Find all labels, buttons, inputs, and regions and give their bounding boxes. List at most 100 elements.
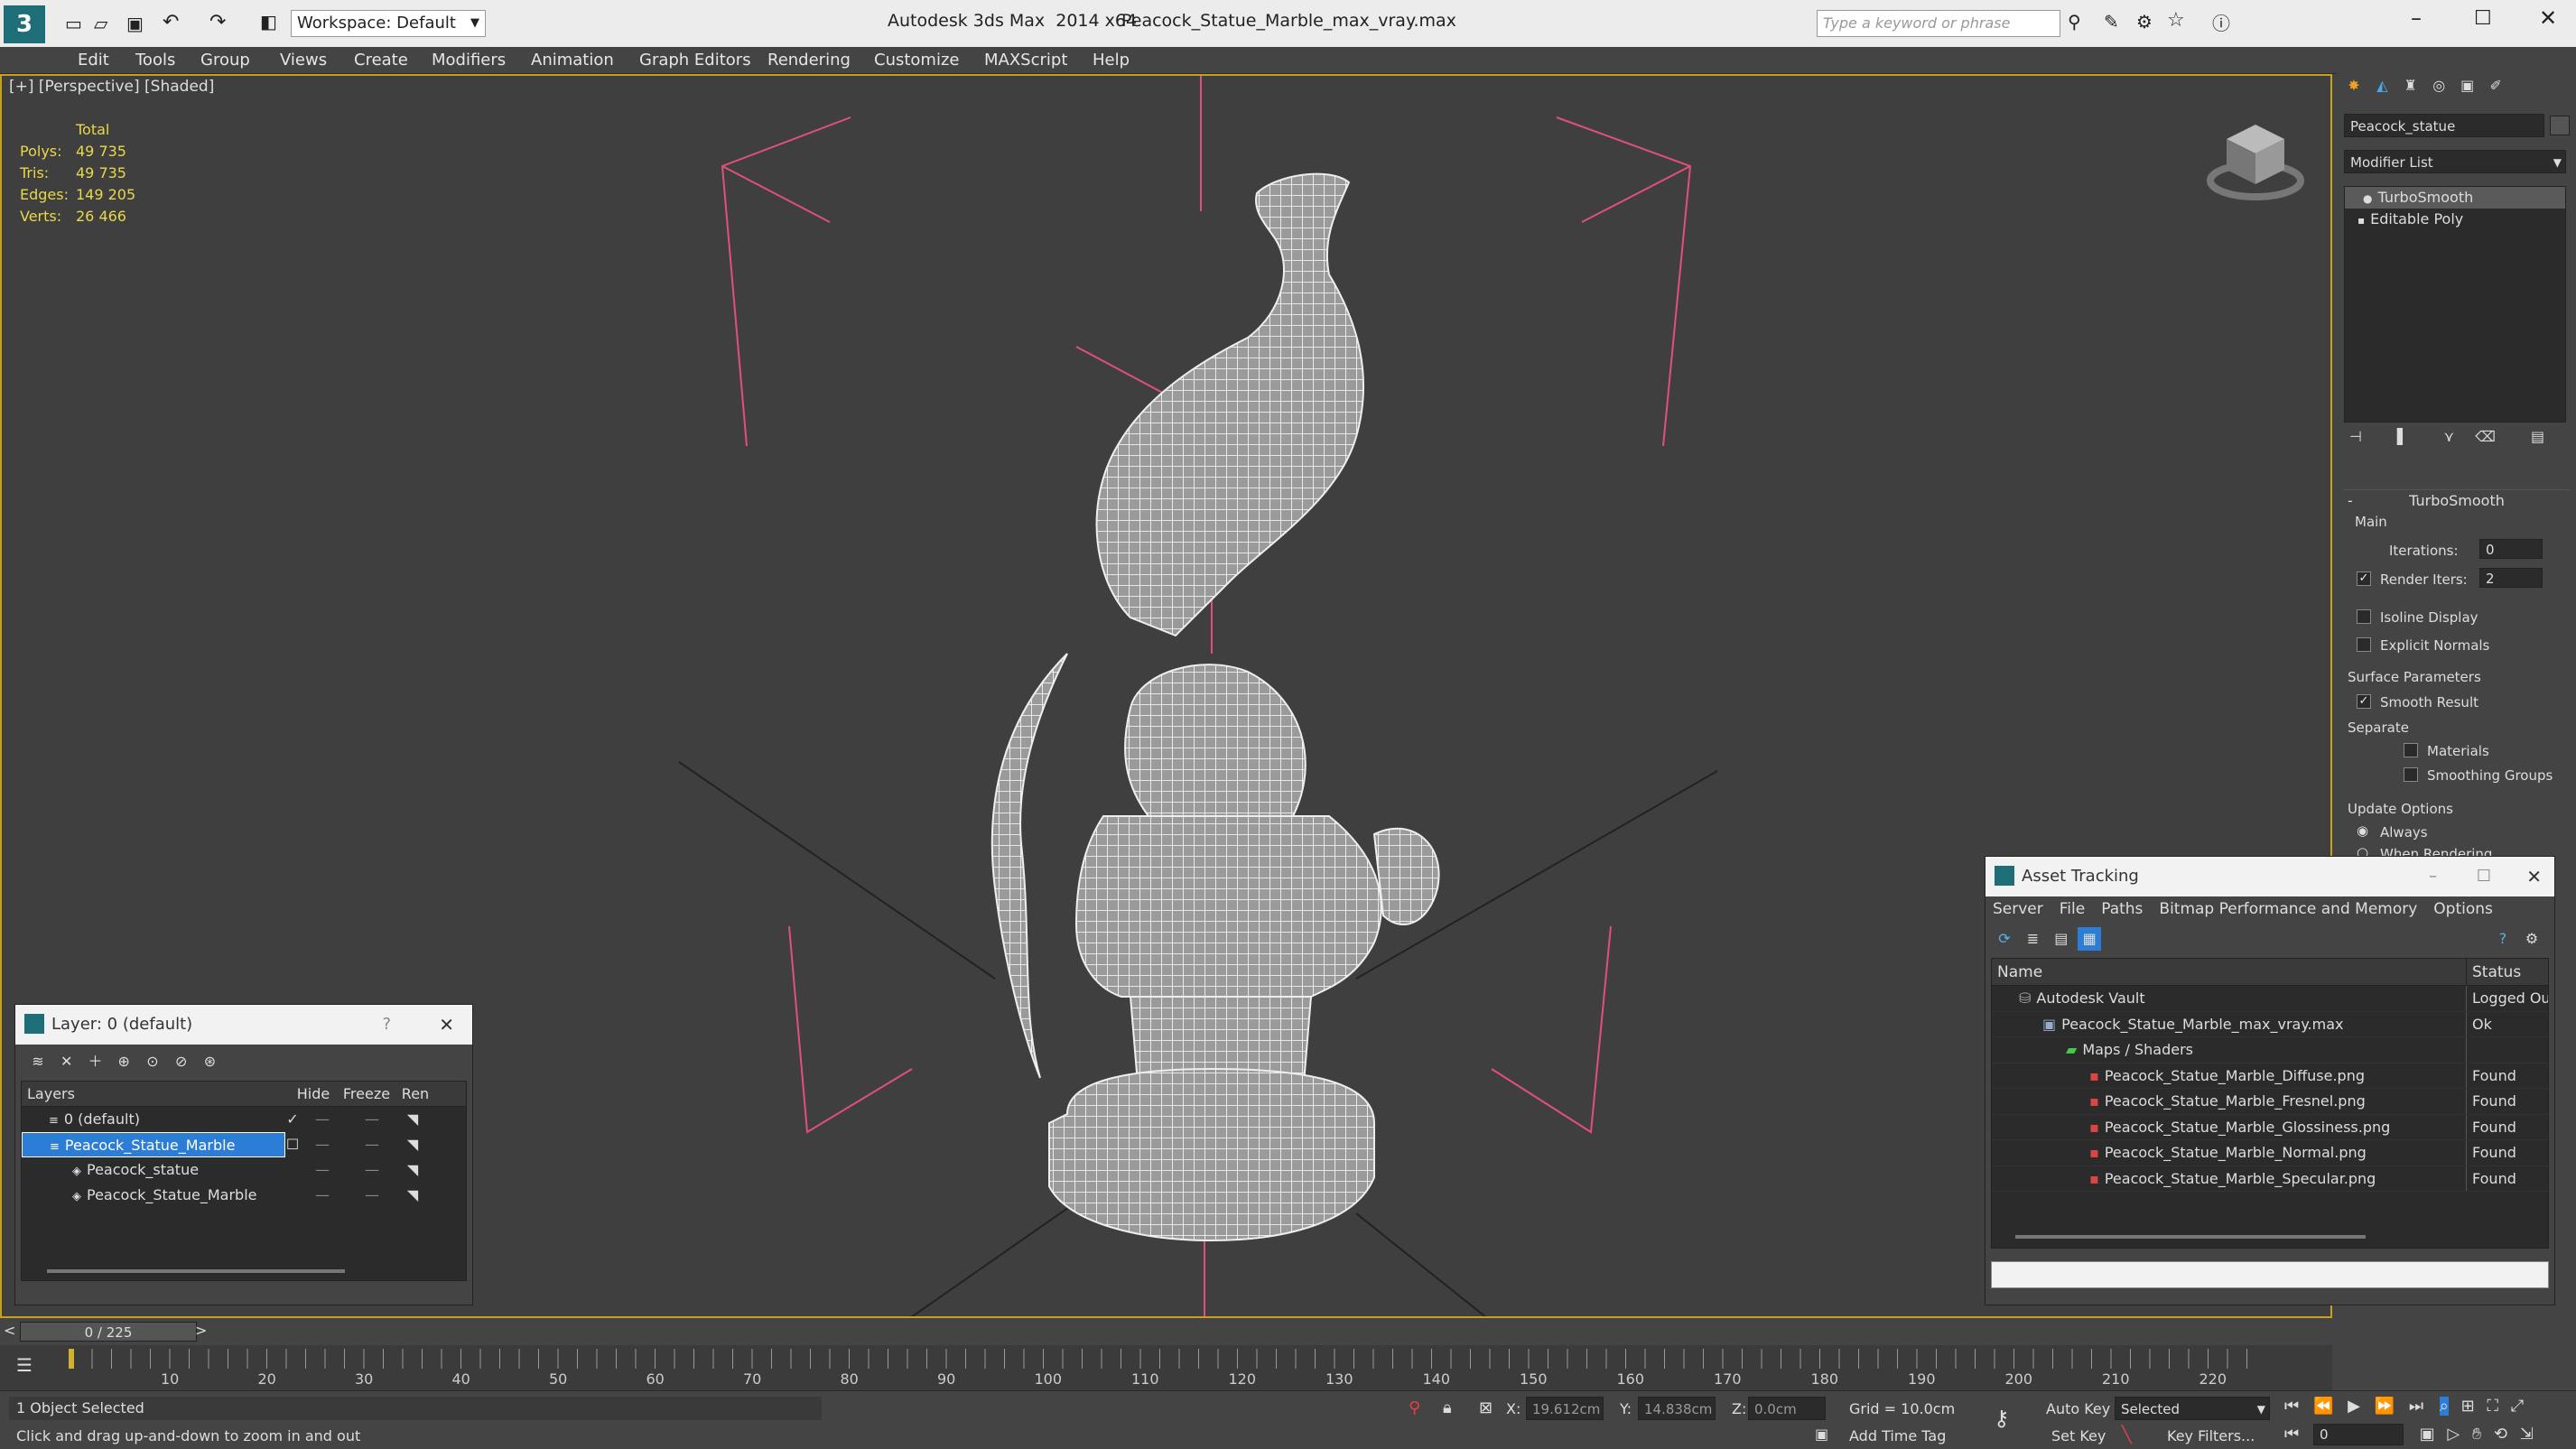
refresh-icon[interactable]: ⟳ [1993,927,2016,951]
field-of-view-icon[interactable]: ▷ [2447,1425,2460,1444]
asset-menu-file[interactable]: File [2060,900,2085,918]
set-key-icon[interactable]: ╲ [2122,1426,2132,1444]
freeze-all-layers-icon[interactable]: ⊛ [198,1050,221,1073]
column-header[interactable]: Hide [291,1082,336,1106]
track-bar[interactable]: ☰ 10 20 30 40 50 60 70 80 90 100 110 120 130 140 150 16… [0,1345,2332,1390]
asset-menu-paths[interactable]: Paths [2101,900,2143,918]
layer-name-cell[interactable]: ◈ Peacock_Statue_Marble [22,1183,285,1208]
exchange-icon[interactable]: ⚙ [2136,11,2153,33]
redo-icon[interactable]: ↷ [209,11,226,33]
menu-item-group[interactable]: Group [200,51,250,70]
next-key-icon[interactable]: ⏩ [2375,1397,2395,1416]
maximize-icon[interactable]: ☐ [2474,7,2492,30]
open-file-icon[interactable]: ▱ [94,13,107,34]
asset-name-cell[interactable]: ▪ Peacock_Statue_Marble_Glossiness.png [1992,1114,2467,1139]
go-to-end-icon[interactable]: ⏭ [2409,1397,2423,1416]
create-layer-icon[interactable]: ≋ [26,1050,50,1073]
freeze-toggle[interactable]: — [345,1107,399,1132]
column-header[interactable]: Freeze [336,1082,397,1106]
key-icon[interactable]: ⚷ [1994,1406,2010,1431]
list-view-icon[interactable]: ≣ [2021,927,2044,951]
search-input[interactable]: Type a keyword or phrase [1817,10,2060,37]
layer-row[interactable]: ≡ Peacock_Statue_Marble ☐ — — ◥ [22,1132,466,1157]
stack-item-editable-poly[interactable]: ▪ Editable Poly [2345,209,2565,230]
selection-lock-icon[interactable]: 🔒︎ [1443,1398,1452,1417]
asset-name-cell[interactable]: ⛁ Autodesk Vault [1992,986,2467,1011]
pan-icon[interactable]: ✋︎ [2472,1425,2481,1444]
binoculars-icon[interactable]: ⚲ [2068,11,2081,33]
layer-row[interactable]: ◈ Peacock_statue — — ◥ [22,1157,466,1183]
menu-item-tools[interactable]: Tools [135,51,175,70]
prev-frame-icon[interactable]: < [4,1322,15,1339]
always-radio[interactable]: ◉ [2357,822,2368,839]
close-icon[interactable]: ✕ [439,1005,454,1045]
stack-item-turbosmooth[interactable]: ● TurboSmooth [2345,187,2565,209]
object-color-swatch[interactable] [2550,116,2570,135]
absolute-mode-icon[interactable]: ⊠ [1479,1398,1493,1417]
go-to-start-icon[interactable]: ⏮ [2284,1397,2299,1416]
asset-name-cell[interactable]: ▪ Peacock_Statue_Marble_Diffuse.png [1992,1063,2467,1088]
menu-item-help[interactable]: Help [1093,51,1130,70]
materials-checkbox[interactable] [2404,743,2418,757]
motion-tab-icon[interactable]: ◎ [2427,74,2450,98]
asset-name-cell[interactable]: ▣ Peacock_Statue_Marble_max_vray.max [1992,1011,2467,1036]
pin-stack-icon[interactable]: ⊣ [2349,428,2362,445]
peacock-statue-mesh[interactable] [990,172,1440,1242]
current-time-marker[interactable] [69,1349,74,1369]
explicit-normals-checkbox[interactable] [2357,637,2371,652]
app-logo-icon[interactable]: 3 [4,5,45,43]
bulb-icon[interactable]: ● [2363,192,2372,205]
maximize-toggle-icon[interactable]: ⇲ [2520,1425,2534,1444]
help-button[interactable]: ? [382,1005,391,1045]
key-filters-button[interactable]: Key Filters... [2167,1427,2255,1444]
modifier-stack[interactable]: ● TurboSmooth ▪ Editable Poly [2344,186,2566,423]
asset-path-field[interactable] [1991,1261,2549,1288]
rollout-header[interactable]: - TurboSmooth [2344,490,2570,512]
time-tag-icon[interactable]: ▣ [1815,1426,1828,1443]
favorites-star-icon[interactable]: ☆ [2167,9,2185,32]
display-tab-icon[interactable]: ▣ [2456,74,2479,98]
asset-row[interactable]: ▣ Peacock_Statue_Marble_max_vray.max Ok [1992,1011,2548,1037]
hierarchy-tab-icon[interactable]: ♜ [2399,74,2423,98]
close-icon[interactable]: ✕ [2526,857,2542,896]
asset-window-titlebar[interactable]: Asset Tracking – ☐ ✕ [1985,857,2554,896]
asset-name-cell[interactable]: ▪ Peacock_Statue_Marble_Specular.png [1992,1166,2467,1191]
layer-window-titlebar[interactable]: Layer: 0 (default) ? ✕ [15,1005,472,1045]
iterations-spinner[interactable]: 0 [2479,539,2543,559]
menu-item-rendering[interactable]: Rendering [767,51,851,70]
key-mode-icon[interactable]: ⏮ [2284,1425,2299,1444]
smooth-result-checkbox[interactable]: ✓ [2357,694,2371,709]
minimize-icon[interactable]: – [2411,5,2422,31]
asset-row[interactable]: ▪ Peacock_Statue_Marble_Fresnel.png Found [1992,1089,2548,1115]
show-end-result-icon[interactable]: ▌ [2397,428,2408,445]
menu-item-maxscript[interactable]: MAXScript [984,51,1067,70]
active-layer-cell[interactable]: ☐ [285,1132,300,1157]
layer-name-cell[interactable]: ≡ Peacock_Statue_Marble [22,1132,285,1157]
asset-name-cell[interactable]: ▪ Peacock_Statue_Marble_Normal.png [1992,1140,2467,1166]
select-in-layer-icon[interactable]: ⊕ [112,1050,135,1073]
layer-row[interactable]: ≡ 0 (default) ✓ — — ◥ [22,1107,466,1132]
maximize-icon[interactable]: ☐ [2477,857,2491,896]
menu-item-graph-editors[interactable]: Graph Editors [639,51,751,70]
horizontal-scrollbar[interactable] [47,1269,345,1273]
menu-item-modifiers[interactable]: Modifiers [432,51,506,70]
set-key-button[interactable]: Set Key [2051,1427,2106,1444]
asset-row[interactable]: ▪ Peacock_Statue_Marble_Normal.png Found [1992,1140,2548,1166]
key-set-dropdown[interactable]: Selected ▼ [2115,1397,2270,1420]
active-layer-cell[interactable]: ✓ [285,1107,300,1132]
project-folder-icon[interactable]: ◧ [260,11,277,33]
active-layer-cell[interactable] [285,1183,300,1208]
menu-item-customize[interactable]: Customize [874,51,959,70]
save-icon[interactable]: ▣ [126,13,144,34]
create-tab-icon[interactable]: ✸ [2342,74,2366,98]
configure-sets-icon[interactable]: ▤ [2531,428,2544,445]
render-iters-spinner[interactable]: 2 [2479,568,2543,588]
freeze-toggle[interactable]: — [345,1157,399,1183]
freeze-toggle[interactable]: — [345,1132,399,1157]
add-to-layer-icon[interactable]: ＋ [83,1050,107,1073]
status-column-header[interactable]: Status [2467,959,2521,985]
hide-toggle[interactable]: — [300,1107,345,1132]
zoom-icon[interactable]: ⌕ [2439,1397,2449,1416]
remove-modifier-icon[interactable]: ⌫ [2475,428,2496,445]
settings-icon[interactable]: ⚙ [2520,927,2543,951]
